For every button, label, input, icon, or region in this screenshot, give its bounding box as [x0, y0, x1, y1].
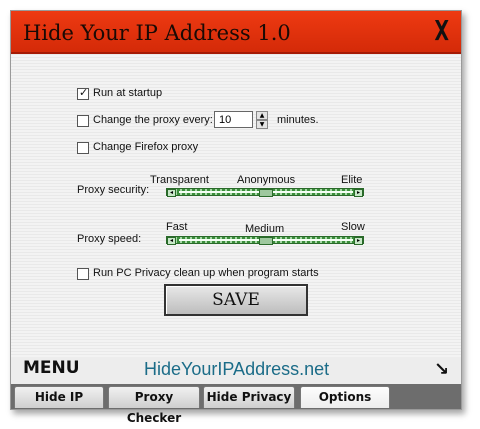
slider-left-icon[interactable]: ◂ — [167, 189, 176, 197]
proxy-interval-input[interactable] — [214, 111, 253, 128]
security-tick-anonymous: Anonymous — [237, 174, 296, 186]
change-firefox-checkbox[interactable] — [77, 142, 89, 154]
run-at-startup-checkbox[interactable]: ✓ — [77, 86, 89, 100]
slider-thumb[interactable] — [259, 189, 273, 197]
slider-left-icon[interactable]: ◂ — [167, 237, 176, 245]
slider-right-icon[interactable]: ▸ — [354, 237, 363, 245]
speed-tick-slow: Slow — [341, 221, 365, 233]
minutes-label: minutes. — [277, 114, 319, 126]
change-firefox-label: Change Firefox proxy — [93, 141, 199, 153]
tab-options[interactable]: Options — [300, 386, 390, 408]
proxy-speed-slider[interactable]: ◂ ▸ — [166, 236, 364, 245]
security-tick-elite: Elite — [341, 174, 363, 186]
speed-tick-medium: Medium — [245, 223, 285, 235]
pc-privacy-checkbox[interactable] — [77, 268, 89, 280]
window-title: Hide Your IP Address 1.0 — [23, 21, 291, 45]
speed-tick-fast: Fast — [166, 221, 188, 233]
save-button[interactable]: SAVE — [164, 284, 308, 316]
website-link[interactable]: HideYourIPAddress.net — [144, 359, 329, 380]
app-window: Hide Your IP Address 1.0 X ✓ Run at star… — [10, 10, 462, 425]
slider-thumb[interactable] — [259, 237, 273, 245]
tab-hide-ip[interactable]: Hide IP — [14, 386, 104, 408]
title-bar[interactable]: Hide Your IP Address 1.0 X — [11, 11, 461, 54]
checkmark-icon: ✓ — [79, 86, 89, 99]
spin-up-icon[interactable]: ▲ — [256, 111, 268, 120]
change-proxy-label: Change the proxy every: — [93, 114, 213, 126]
proxy-security-label: Proxy security: — [77, 184, 150, 196]
slider-right-icon[interactable]: ▸ — [354, 189, 363, 197]
proxy-security-slider[interactable]: ◂ ▸ — [166, 188, 364, 197]
proxy-speed-label: Proxy speed: — [77, 233, 142, 245]
minimize-arrow-icon[interactable]: ↘ — [434, 359, 449, 380]
close-icon[interactable]: X — [435, 15, 449, 47]
run-at-startup-label: Run at startup — [93, 87, 163, 99]
change-proxy-checkbox[interactable] — [77, 115, 89, 127]
tab-bar: Hide IP Proxy Checker Hide Privacy Optio… — [11, 384, 461, 425]
spin-down-icon[interactable]: ▼ — [256, 120, 268, 129]
menu-button[interactable]: MENU — [23, 358, 80, 378]
tab-proxy-checker[interactable]: Proxy Checker — [108, 386, 200, 425]
tab-hide-privacy[interactable]: Hide Privacy — [203, 386, 295, 408]
pc-privacy-label: Run PC Privacy clean up when program sta… — [93, 267, 319, 279]
security-tick-transparent: Transparent — [150, 174, 209, 186]
